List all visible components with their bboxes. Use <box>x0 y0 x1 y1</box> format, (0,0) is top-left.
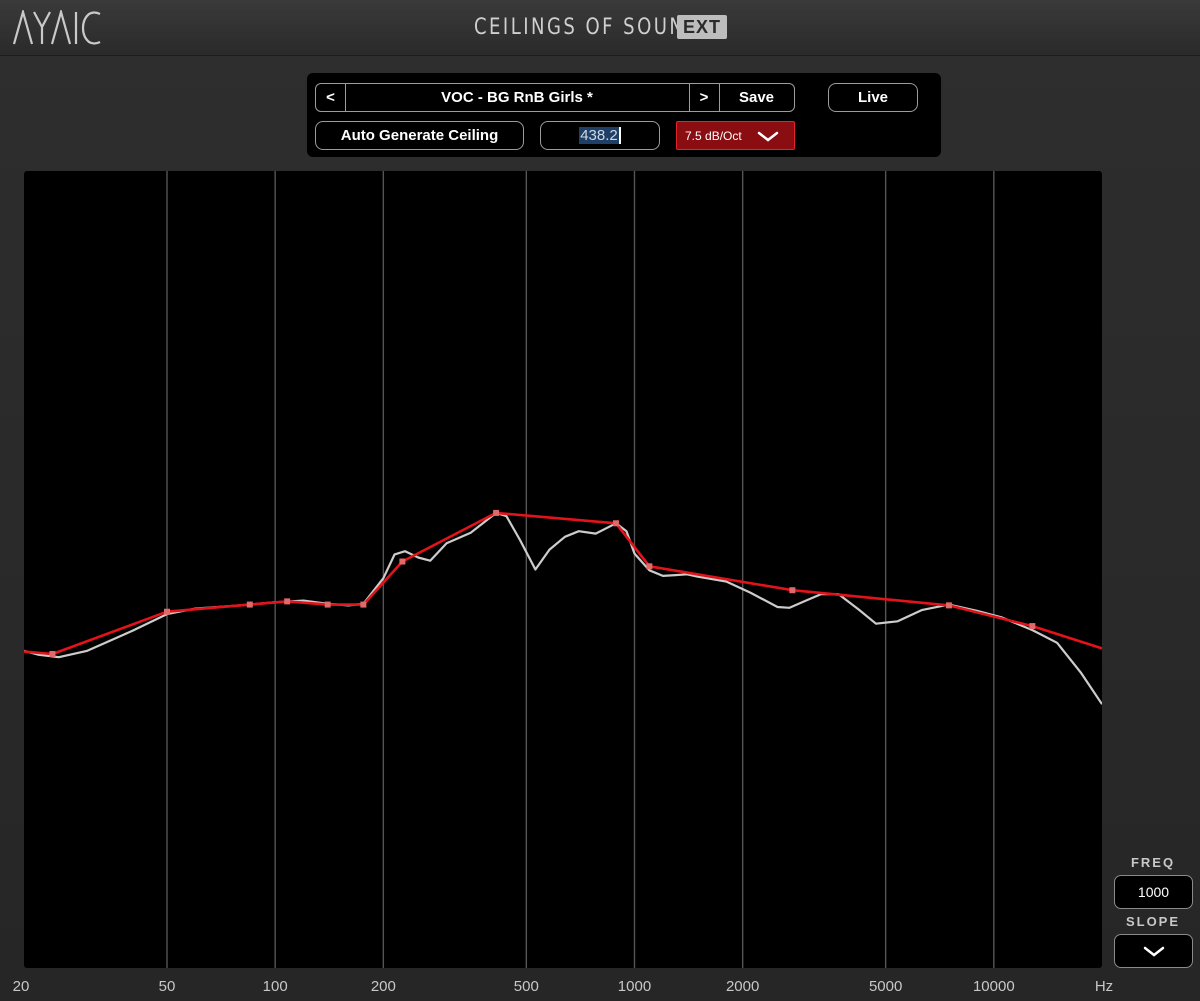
preset-name[interactable]: VOC - BG RnB Girls * <box>345 84 689 111</box>
ceiling-node[interactable] <box>493 509 500 516</box>
title-bar: CEILINGS OF SOUND EXT <box>0 0 1200 56</box>
save-button[interactable]: Save <box>719 84 794 111</box>
ceiling-node[interactable] <box>789 587 796 594</box>
ceiling-node[interactable] <box>360 601 367 608</box>
ceiling-node[interactable] <box>1029 623 1036 630</box>
chevron-down-icon <box>757 131 779 142</box>
x-tick-label: 5000 <box>868 978 903 995</box>
preset-selector: < VOC - BG RnB Girls * > Save <box>315 83 795 112</box>
frequency-value: 438.2 <box>579 127 621 144</box>
prev-preset-button[interactable]: < <box>316 84 345 111</box>
spectrum-curve <box>24 511 1102 705</box>
ceiling-node[interactable] <box>284 598 291 605</box>
ceiling-node[interactable] <box>646 563 653 570</box>
ceiling-node[interactable] <box>399 558 406 565</box>
app-title: CEILINGS OF SOUND <box>474 15 702 40</box>
x-tick-label: 2000 <box>725 978 760 995</box>
x-tick-label: 50 <box>158 978 176 995</box>
auto-generate-ceiling-button[interactable]: Auto Generate Ceiling <box>315 121 524 150</box>
ceiling-node[interactable] <box>163 608 170 615</box>
x-tick-label: 200 <box>370 978 396 995</box>
x-tick-label: 20 <box>12 978 30 995</box>
ceiling-node[interactable] <box>324 601 331 608</box>
slope-value: 7.5 dB/Oct <box>685 129 742 143</box>
ceiling-node[interactable] <box>612 520 619 527</box>
x-tick-label: 100 <box>262 978 288 995</box>
freq-label: FREQ <box>1130 855 1176 870</box>
ceiling-curve[interactable] <box>24 511 1102 656</box>
x-tick-label: 1000 <box>617 978 652 995</box>
ayaic-logo <box>12 10 101 45</box>
ext-badge: EXT <box>677 15 727 39</box>
ceiling-node[interactable] <box>246 601 253 608</box>
frequency-input[interactable]: 438.2 <box>540 121 660 150</box>
slope-dropdown[interactable]: 7.5 dB/Oct <box>676 121 795 150</box>
next-preset-button[interactable]: > <box>689 84 719 111</box>
ceiling-node[interactable] <box>49 650 56 657</box>
live-button[interactable]: Live <box>828 83 918 112</box>
x-tick-label: 10000 <box>972 978 1015 995</box>
ceiling-node[interactable] <box>945 602 952 609</box>
chevron-down-icon <box>1143 946 1164 957</box>
x-tick-label: Hz <box>1094 978 1114 995</box>
slope-label: SLOPE <box>1125 914 1181 929</box>
x-tick-label: 500 <box>513 978 539 995</box>
slope-button[interactable] <box>1114 934 1193 968</box>
spectrum-graph[interactable] <box>24 171 1102 968</box>
freq-value-field[interactable]: 1000 <box>1114 875 1193 909</box>
spectrum-chart[interactable] <box>24 171 1102 968</box>
